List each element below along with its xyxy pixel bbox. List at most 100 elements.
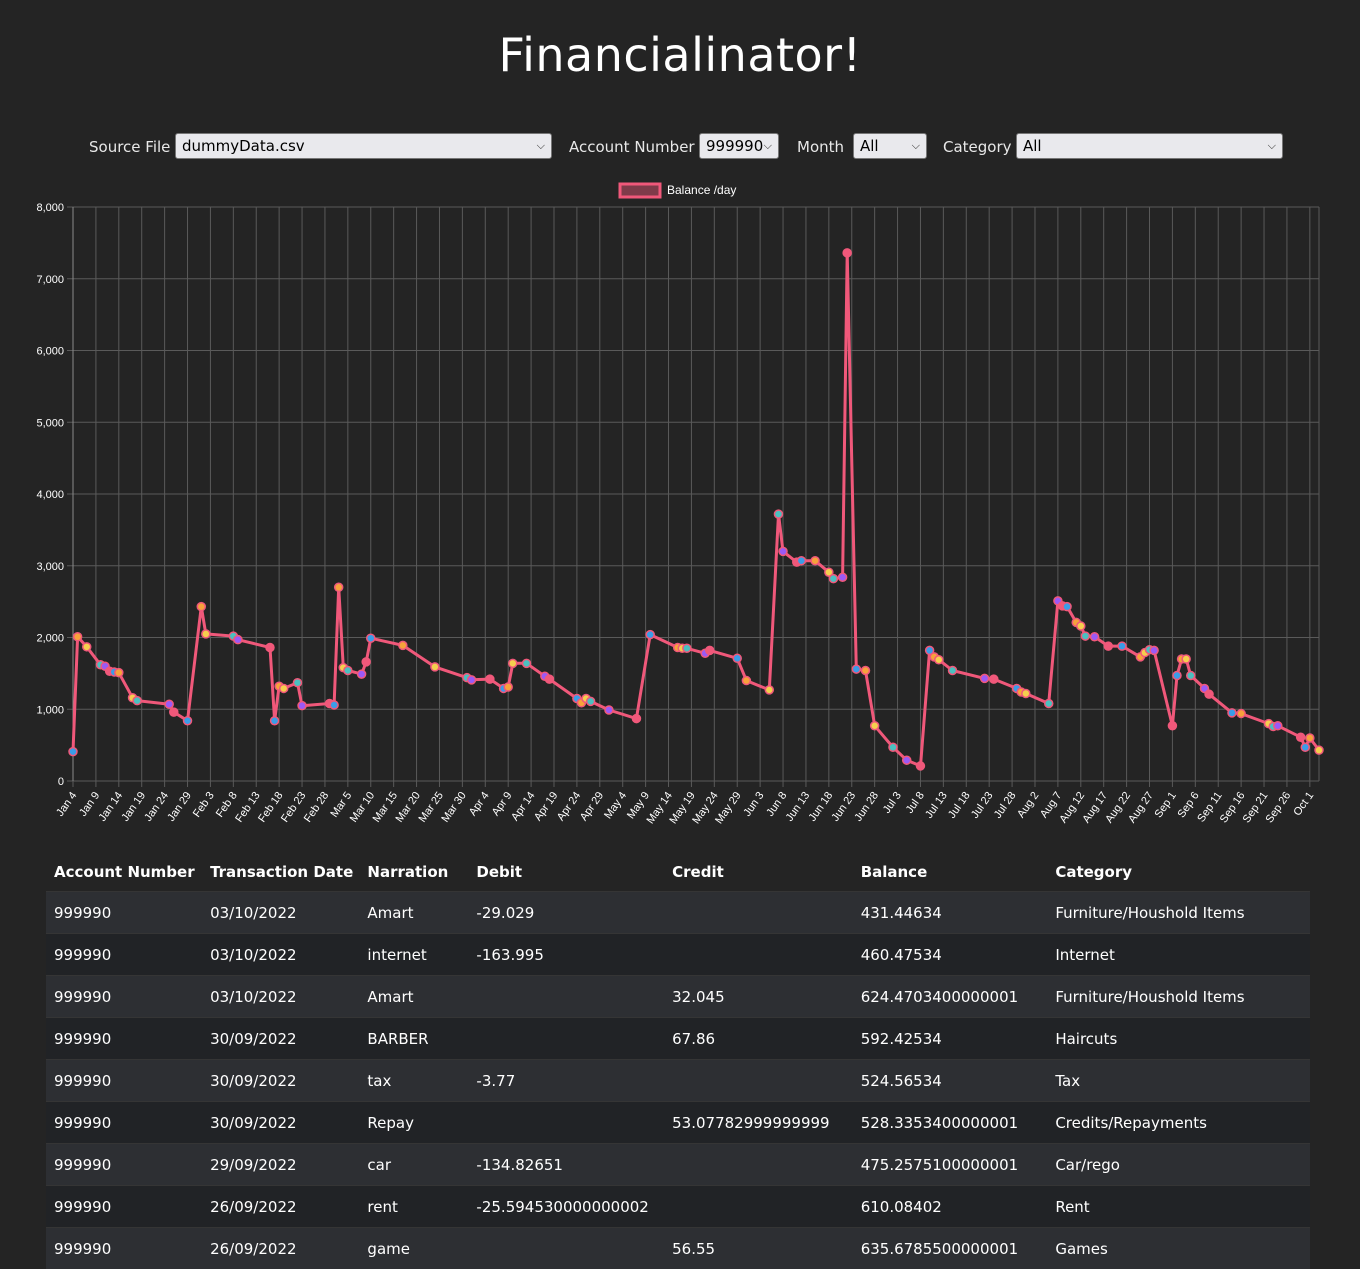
x-tick-label: Aug 2 — [1015, 790, 1041, 820]
column-header: Debit — [468, 852, 664, 892]
account-number-value: 999990 — [706, 137, 763, 155]
data-point — [916, 762, 924, 770]
data-point — [509, 659, 517, 667]
data-point — [829, 575, 837, 583]
data-point — [903, 756, 911, 764]
column-header: Balance — [853, 852, 1048, 892]
table-cell: -25.594530000000002 — [468, 1186, 664, 1228]
table-cell: Amart — [359, 892, 468, 934]
x-tick-label: Oct 1 — [1291, 790, 1316, 818]
table-cell: -29.029 — [468, 892, 664, 934]
data-point — [1301, 743, 1309, 751]
category-label: Category — [943, 138, 1012, 156]
table-cell: 32.045 — [664, 976, 853, 1018]
data-point — [706, 646, 714, 654]
table-cell: Haircuts — [1047, 1018, 1310, 1060]
data-point — [1063, 603, 1071, 611]
table-cell: Amart — [359, 976, 468, 1018]
table-cell: 999990 — [46, 934, 202, 976]
account-number-select[interactable]: 999990 ⌵ — [699, 133, 779, 159]
data-point — [1237, 710, 1245, 718]
y-tick-label: 4,000 — [36, 489, 64, 501]
data-point — [115, 669, 123, 677]
y-tick-label: 0 — [58, 776, 64, 788]
chevron-down-icon: ⌵ — [1268, 134, 1276, 158]
table-cell: Furniture/Houshold Items — [1047, 892, 1310, 934]
source-file-select[interactable]: dummyData.csv ⌵ — [175, 133, 552, 159]
table-cell: Car/rego — [1047, 1144, 1310, 1186]
table-row: 99999003/10/2022internet-163.995460.4753… — [46, 934, 1310, 976]
data-point — [165, 700, 173, 708]
table-row: 99999026/09/2022game56.55635.67855000000… — [46, 1228, 1310, 1269]
table-cell: 524.56534 — [853, 1060, 1048, 1102]
data-point — [990, 675, 998, 683]
data-point — [774, 510, 782, 518]
x-tick-label: Mar 30 — [439, 790, 468, 825]
table-cell — [664, 1186, 853, 1228]
data-point — [1297, 733, 1305, 741]
y-tick-label: 5,000 — [36, 417, 64, 429]
balance-series-line — [73, 253, 1319, 766]
table-row: 99999003/10/2022Amart-29.029431.44634Fur… — [46, 892, 1310, 934]
x-tick-label: Jan 29 — [165, 790, 194, 824]
data-point — [293, 679, 301, 687]
balance-line-chart: 01,0002,0003,0004,0005,0006,0007,0008,00… — [0, 175, 1360, 835]
table-row: 99999030/09/2022Repay53.0778299999999952… — [46, 1102, 1310, 1144]
x-tick-label: Jan 4 — [54, 790, 79, 819]
data-point — [69, 748, 77, 756]
data-point — [1168, 722, 1176, 730]
data-point — [646, 631, 654, 639]
table-cell: Repay — [359, 1102, 468, 1144]
table-cell — [468, 1018, 664, 1060]
table-cell: 26/09/2022 — [202, 1228, 359, 1269]
y-tick-label: 1,000 — [36, 704, 64, 716]
table-cell: -134.82651 — [468, 1144, 664, 1186]
legend-label: Balance /day — [667, 183, 736, 197]
data-point — [1118, 642, 1126, 650]
source-file-value: dummyData.csv — [182, 137, 305, 155]
data-point — [632, 715, 640, 723]
account-number-label: Account Number — [569, 138, 695, 156]
table-cell: tax — [359, 1060, 468, 1102]
data-point — [431, 663, 439, 671]
data-point — [683, 644, 691, 652]
table-cell: 29/09/2022 — [202, 1144, 359, 1186]
data-point — [486, 675, 494, 683]
table-cell: 53.07782999999999 — [664, 1102, 853, 1144]
table-cell: 431.44634 — [853, 892, 1048, 934]
table-row: 99999003/10/2022Amart32.045624.470340000… — [46, 976, 1310, 1018]
month-value: All — [860, 137, 879, 155]
table-cell — [664, 892, 853, 934]
x-tick-label: Jun 28 — [852, 790, 881, 824]
data-point — [843, 249, 851, 257]
data-point — [1091, 633, 1099, 641]
y-tick-label: 7,000 — [36, 274, 64, 286]
data-point — [852, 665, 860, 673]
data-point — [271, 717, 279, 725]
column-header: Transaction Date — [202, 852, 359, 892]
x-tick-label: May 4 — [602, 790, 629, 821]
data-point — [468, 676, 476, 684]
data-point — [1182, 655, 1190, 663]
data-point — [1315, 746, 1323, 754]
category-select[interactable]: All ⌵ — [1016, 133, 1283, 159]
table-row: 99999030/09/2022tax-3.77524.56534Tax — [46, 1060, 1310, 1102]
data-point — [1045, 700, 1053, 708]
data-point — [1187, 672, 1195, 680]
table-cell: Furniture/Houshold Items — [1047, 976, 1310, 1018]
table-cell — [664, 934, 853, 976]
data-point — [280, 684, 288, 692]
month-select[interactable]: All ⌵ — [853, 133, 927, 159]
column-header: Narration — [359, 852, 468, 892]
category-value: All — [1023, 137, 1042, 155]
table-cell: Rent — [1047, 1186, 1310, 1228]
data-point — [935, 656, 943, 664]
page-title: Financialinator! — [0, 28, 1360, 82]
legend-swatch — [620, 184, 660, 197]
table-cell: 30/09/2022 — [202, 1018, 359, 1060]
data-point — [1081, 632, 1089, 640]
table-cell: 528.3353400000001 — [853, 1102, 1048, 1144]
data-point — [797, 557, 805, 565]
table-cell: BARBER — [359, 1018, 468, 1060]
data-point — [523, 659, 531, 667]
